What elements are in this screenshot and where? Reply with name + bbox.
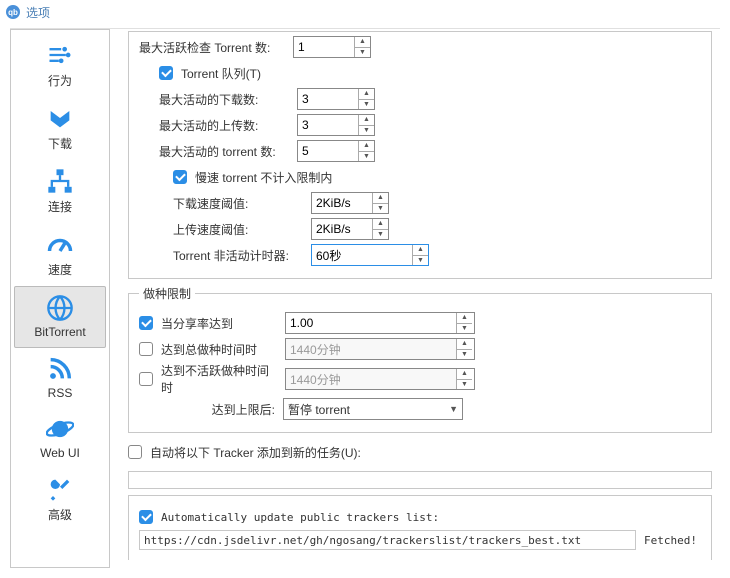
seeding-fieldset: 做种限制 当分享率达到 ▲▼ 达到总做种时间时 ▲▼ 达到不活跃做种时间 — [128, 285, 712, 433]
tracker-list-textarea[interactable] — [128, 471, 712, 489]
spin-up-icon[interactable]: ▲ — [359, 115, 374, 126]
spin-up-icon[interactable]: ▲ — [359, 89, 374, 100]
spin-up-icon[interactable]: ▲ — [457, 369, 472, 380]
then-action-value: 暂停 torrent — [288, 401, 350, 418]
dl-threshold-input[interactable]: ▲▼ — [311, 192, 389, 214]
sidebar-item-label: RSS — [48, 386, 73, 400]
auto-update-label: Automatically update public trackers lis… — [161, 511, 439, 524]
auto-add-tracker-label: 自动将以下 Tracker 添加到新的任务(U): — [150, 444, 361, 461]
queue-enable-checkbox[interactable] — [159, 66, 173, 80]
max-active-torrent-input[interactable]: ▲▼ — [297, 140, 375, 162]
ratio-checkbox[interactable] — [139, 316, 153, 330]
spin-down-icon[interactable]: ▼ — [413, 256, 428, 266]
app-icon: qb — [6, 5, 20, 19]
spin-up-icon[interactable]: ▲ — [373, 193, 388, 204]
sidebar-item-bittorrent[interactable]: BitTorrent — [14, 286, 106, 348]
seedtime-input[interactable]: ▲▼ — [285, 338, 475, 360]
gauge-icon — [46, 229, 74, 259]
auto-add-tracker-checkbox[interactable] — [128, 445, 142, 459]
auto-update-checkbox[interactable] — [139, 510, 153, 524]
title-bar: qb 选项 — [0, 0, 730, 24]
sidebar-item-label: 高级 — [48, 506, 72, 523]
max-active-check-input[interactable]: ▲▼ — [293, 36, 371, 58]
spin-down-icon[interactable]: ▼ — [457, 380, 472, 390]
inactivity-input[interactable]: ▲▼ — [311, 244, 429, 266]
seedtime-label: 达到总做种时间时 — [161, 341, 277, 358]
spin-down-icon[interactable]: ▼ — [355, 48, 370, 58]
spin-down-icon[interactable]: ▼ — [359, 100, 374, 110]
max-active-dl-label: 最大活动的下载数: — [159, 91, 289, 108]
seeding-legend: 做种限制 — [139, 285, 195, 302]
max-active-ul-label: 最大活动的上传数: — [159, 117, 289, 134]
spin-down-icon[interactable]: ▼ — [359, 152, 374, 162]
sidebar-item-webui[interactable]: Web UI — [14, 408, 106, 468]
spin-up-icon[interactable]: ▲ — [373, 219, 388, 230]
max-active-torrent-label: 最大活动的 torrent 数: — [159, 143, 289, 160]
ratio-input[interactable]: ▲▼ — [285, 312, 475, 334]
sidebar-item-downloads[interactable]: 下载 — [14, 97, 106, 160]
spin-down-icon[interactable]: ▼ — [457, 324, 472, 334]
spin-down-icon[interactable]: ▼ — [359, 126, 374, 136]
slow-exclude-label: 慢速 torrent 不计入限制内 — [195, 169, 332, 186]
sidebar: 行为 下载 连接 速度 BitTorrent — [10, 29, 110, 568]
spin-up-icon[interactable]: ▲ — [355, 37, 370, 48]
sidebar-item-label: 行为 — [48, 72, 72, 89]
network-icon — [46, 166, 74, 196]
sidebar-item-rss[interactable]: RSS — [14, 348, 106, 408]
spin-up-icon[interactable]: ▲ — [413, 245, 428, 256]
sidebar-item-label: 下载 — [48, 135, 72, 152]
then-label: 达到上限后: — [139, 401, 275, 418]
spin-down-icon[interactable]: ▼ — [373, 230, 388, 240]
spin-up-icon[interactable]: ▲ — [457, 339, 472, 350]
spin-up-icon[interactable]: ▲ — [359, 141, 374, 152]
spin-down-icon[interactable]: ▼ — [457, 350, 472, 360]
download-chevron-icon — [46, 103, 74, 133]
max-active-check-label: 最大活跃检查 Torrent 数: — [139, 39, 285, 56]
slow-exclude-checkbox[interactable] — [173, 170, 187, 184]
globe-icon — [46, 293, 74, 323]
sidebar-item-label: Web UI — [40, 446, 80, 460]
sliders-icon — [46, 40, 74, 70]
max-active-ul-input[interactable]: ▲▼ — [297, 114, 375, 136]
chevron-down-icon: ▼ — [449, 404, 458, 414]
inactivetime-input[interactable]: ▲▼ — [285, 368, 475, 390]
queue-fieldset: 最大活跃检查 Torrent 数: ▲▼ Torrent 队列(T) 最大活动的… — [128, 31, 712, 279]
ul-threshold-input[interactable]: ▲▼ — [311, 218, 389, 240]
inactivity-label: Torrent 非活动计时器: — [173, 247, 303, 264]
sidebar-item-speed[interactable]: 速度 — [14, 223, 106, 286]
seedtime-checkbox[interactable] — [139, 342, 153, 356]
ratio-label: 当分享率达到 — [161, 315, 277, 332]
sidebar-item-advanced[interactable]: 高级 — [14, 468, 106, 531]
then-action-combo[interactable]: 暂停 torrent ▼ — [283, 398, 463, 420]
ul-threshold-label: 上传速度阈值: — [173, 221, 303, 238]
tools-icon — [46, 474, 74, 504]
window-title: 选项 — [26, 4, 50, 21]
main-panel: 最大活跃检查 Torrent 数: ▲▼ Torrent 队列(T) 最大活动的… — [110, 29, 720, 568]
max-active-dl-input[interactable]: ▲▼ — [297, 88, 375, 110]
sidebar-item-label: 连接 — [48, 198, 72, 215]
sidebar-item-connection[interactable]: 连接 — [14, 160, 106, 223]
sidebar-item-behavior[interactable]: 行为 — [14, 34, 106, 97]
rss-icon — [46, 354, 74, 384]
inactivetime-checkbox[interactable] — [139, 372, 153, 386]
auto-update-fieldset: Automatically update public trackers lis… — [128, 495, 712, 560]
spin-down-icon[interactable]: ▼ — [373, 204, 388, 214]
inactivetime-label: 达到不活跃做种时间时 — [161, 362, 277, 396]
queue-enable-label: Torrent 队列(T) — [181, 65, 261, 82]
planet-icon — [46, 414, 74, 444]
fetched-status: Fetched! — [644, 534, 701, 547]
dl-threshold-label: 下载速度阈值: — [173, 195, 303, 212]
sidebar-item-label: BitTorrent — [34, 325, 85, 339]
auto-update-url-input[interactable] — [139, 530, 636, 550]
sidebar-item-label: 速度 — [48, 261, 72, 278]
spin-up-icon[interactable]: ▲ — [457, 313, 472, 324]
